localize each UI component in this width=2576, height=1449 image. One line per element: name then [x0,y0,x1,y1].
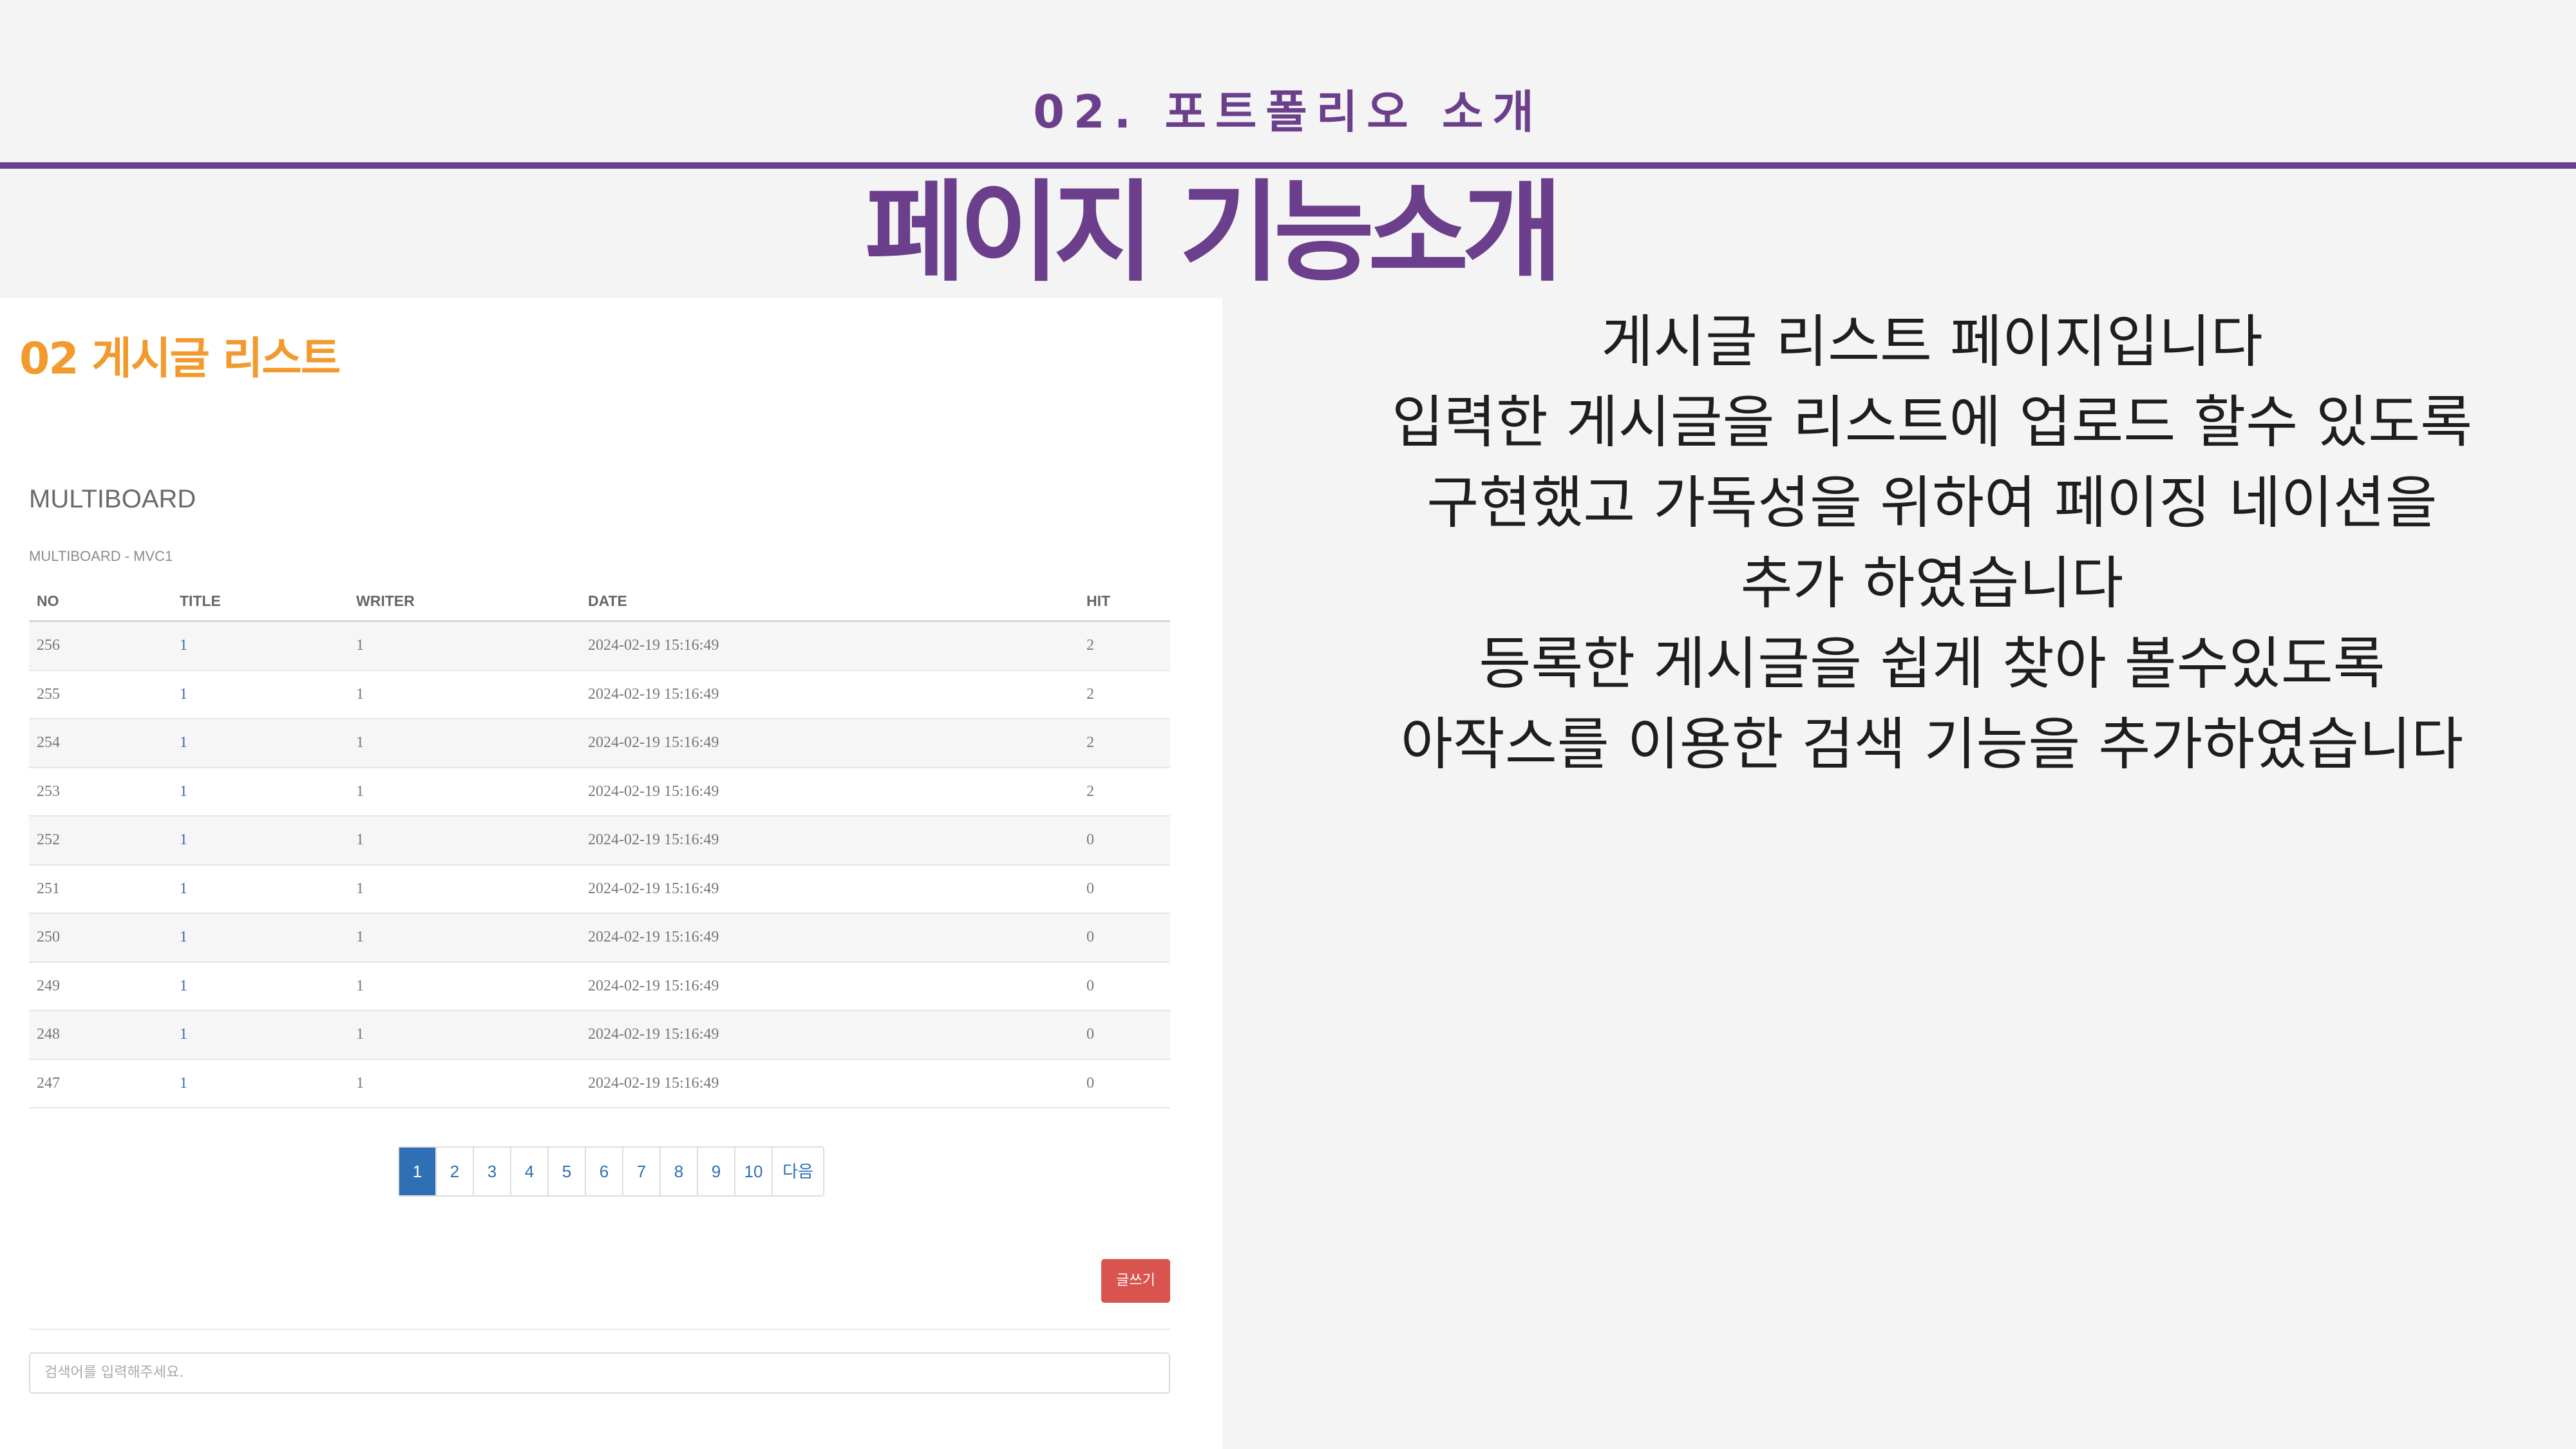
cell-date: 2024-02-19 15:16:49 [580,961,1079,1011]
table-row[interactable]: 256 1 1 2024-02-19 15:16:49 2 [29,621,1170,671]
page-title: 페이지 기능소개 [865,169,1563,297]
cell-no: 256 [29,621,172,671]
cell-hit: 0 [1079,913,1170,963]
cell-no: 251 [29,864,172,914]
page-link[interactable]: 7 [623,1148,661,1195]
page-link[interactable]: 1 [399,1148,437,1195]
page-link[interactable]: 6 [586,1148,623,1195]
cell-date: 2024-02-19 15:16:49 [580,1010,1079,1060]
column-header-date: DATE [580,582,1079,622]
page-link[interactable]: 4 [511,1148,549,1195]
table-header-row: NO TITLE WRITER DATE HIT [29,582,1170,622]
cell-no: 252 [29,816,172,866]
cell-date: 2024-02-19 15:16:49 [580,719,1079,768]
page-link[interactable]: 8 [661,1148,698,1195]
description-line: 추가 하였습니다 [1740,550,2124,616]
cell-date: 2024-02-19 15:16:49 [580,670,1079,719]
cell-hit: 0 [1079,864,1170,914]
description-line: 게시글 리스트 페이지입니다 [1601,308,2263,375]
column-header-title: TITLE [172,582,348,622]
cell-hit: 2 [1079,670,1170,719]
description-text: 게시글 리스트 페이지입니다입력한 게시글을 리스트에 업로드 할수 있도록구현… [1320,301,2544,784]
column-header-hit: HIT [1079,582,1170,622]
slide: 02. 포트폴리오 소개 페이지 기능소개 02 게시글 리스트 MULTIBO… [0,0,2576,1449]
description-line: 입력한 게시글을 리스트에 업로드 할수 있도록 [1391,389,2473,455]
cell-title-link[interactable]: 1 [172,670,348,719]
section-label: 02. 포트폴리오 소개 [1033,86,1543,138]
table-row[interactable]: 247 1 1 2024-02-19 15:16:49 0 [29,1059,1170,1108]
table-row[interactable]: 255 1 1 2024-02-19 15:16:49 2 [29,670,1170,719]
cell-hit: 0 [1079,816,1170,866]
page-link[interactable]: 2 [437,1148,474,1195]
cell-date: 2024-02-19 15:16:49 [580,767,1079,817]
cell-writer: 1 [348,864,580,914]
cell-title-link[interactable]: 1 [172,816,348,866]
table-row[interactable]: 250 1 1 2024-02-19 15:16:49 0 [29,913,1170,963]
cell-hit: 2 [1079,719,1170,768]
search-input[interactable]: 검색어를 입력해주세요. [29,1352,1170,1394]
cell-date: 2024-02-19 15:16:49 [580,816,1079,866]
board-table: NO TITLE WRITER DATE HIT 256 1 1 2024-02-19… [29,582,1170,1108]
cell-hit: 2 [1079,621,1170,671]
page-link[interactable]: 3 [474,1148,511,1195]
cell-no: 254 [29,719,172,768]
cell-no: 248 [29,1010,172,1060]
header-divider [0,162,2576,169]
cell-title-link[interactable]: 1 [172,1059,348,1108]
cell-date: 2024-02-19 15:16:49 [580,913,1079,963]
write-button[interactable]: 글쓰기 [1101,1259,1170,1303]
cell-no: 247 [29,1059,172,1108]
cell-writer: 1 [348,621,580,671]
column-header-no: NO [29,582,172,622]
divider [29,1329,1170,1330]
cell-writer: 1 [348,767,580,817]
cell-no: 253 [29,767,172,817]
page-link[interactable]: 9 [698,1148,735,1195]
description-line: 등록한 게시글을 쉽게 찾아 볼수있도록 [1479,630,2385,697]
table-row[interactable]: 254 1 1 2024-02-19 15:16:49 2 [29,719,1170,768]
cell-writer: 1 [348,1059,580,1108]
cell-title-link[interactable]: 1 [172,913,348,963]
page-link[interactable]: 5 [549,1148,586,1195]
cell-title-link[interactable]: 1 [172,1010,348,1060]
board-title: MULTIBOARD [29,485,196,513]
cell-no: 250 [29,913,172,963]
cell-no: 255 [29,670,172,719]
table-row[interactable]: 249 1 1 2024-02-19 15:16:49 0 [29,961,1170,1011]
cell-title-link[interactable]: 1 [172,719,348,768]
board-subtitle: MULTIBOARD - MVC1 [29,548,173,564]
table-row[interactable]: 253 1 1 2024-02-19 15:16:49 2 [29,767,1170,817]
cell-hit: 0 [1079,1059,1170,1108]
board-screenshot: 02 게시글 리스트 MULTIBOARD MULTIBOARD - MVC1 … [0,298,1222,1449]
table-row[interactable]: 248 1 1 2024-02-19 15:16:49 0 [29,1010,1170,1060]
cell-title-link[interactable]: 1 [172,767,348,817]
pagination: 1 2 3 4 5 6 7 8 9 10 다음 [398,1146,824,1197]
cell-title-link[interactable]: 1 [172,864,348,914]
screenshot-heading: 02 게시글 리스트 [19,334,341,384]
cell-date: 2024-02-19 15:16:49 [580,1059,1079,1108]
cell-writer: 1 [348,816,580,866]
description-line: 구현했고 가독성을 위하여 페이징 네이션을 [1426,469,2438,536]
cell-hit: 2 [1079,767,1170,817]
cell-date: 2024-02-19 15:16:49 [580,864,1079,914]
cell-writer: 1 [348,961,580,1011]
cell-date: 2024-02-19 15:16:49 [580,621,1079,671]
cell-no: 249 [29,961,172,1011]
cell-writer: 1 [348,913,580,963]
cell-writer: 1 [348,1010,580,1060]
cell-hit: 0 [1079,961,1170,1011]
column-header-writer: WRITER [348,582,580,622]
cell-writer: 1 [348,719,580,768]
table-row[interactable]: 251 1 1 2024-02-19 15:16:49 0 [29,864,1170,914]
cell-hit: 0 [1079,1010,1170,1060]
cell-writer: 1 [348,670,580,719]
page-link[interactable]: 10 [735,1148,773,1195]
cell-title-link[interactable]: 1 [172,621,348,671]
cell-title-link[interactable]: 1 [172,961,348,1011]
description-line: 아작스를 이용한 검색 기능을 추가하였습니다 [1400,711,2464,777]
next-page-link[interactable]: 다음 [773,1148,823,1195]
table-row[interactable]: 252 1 1 2024-02-19 15:16:49 0 [29,816,1170,866]
